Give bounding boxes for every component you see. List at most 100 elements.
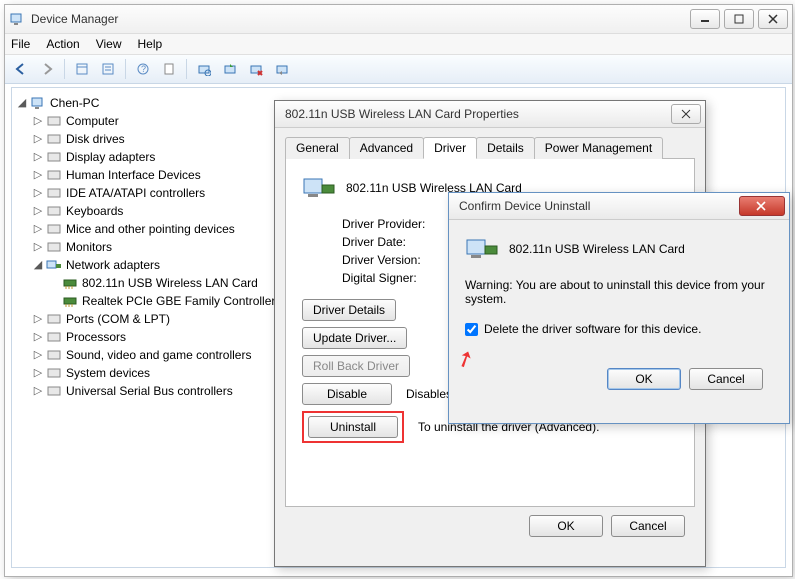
window-title: Device Manager	[31, 12, 690, 26]
update-driver-icon[interactable]	[218, 57, 242, 81]
device-icon	[46, 366, 62, 380]
expander-icon[interactable]: ◢	[16, 94, 28, 112]
device-icon	[46, 240, 62, 254]
show-hide-icon[interactable]	[70, 57, 94, 81]
confirm-cancel-button[interactable]: Cancel	[689, 368, 763, 390]
tab-advanced[interactable]: Advanced	[349, 137, 424, 159]
expander-icon[interactable]: ▷	[32, 148, 44, 166]
device-icon	[46, 132, 62, 146]
uninstall-icon[interactable]	[244, 57, 268, 81]
label-date: Driver Date:	[342, 235, 442, 249]
svg-text:?: ?	[141, 64, 146, 74]
device-icon	[46, 114, 62, 128]
expander-icon[interactable]: ▷	[32, 166, 44, 184]
minimize-button[interactable]	[690, 9, 720, 29]
device-icon	[62, 276, 78, 290]
titlebar: Device Manager	[5, 5, 792, 34]
tree-item-label: IDE ATA/ATAPI controllers	[66, 184, 205, 202]
tree-item-label: Disk drives	[66, 130, 125, 148]
driver-details-button[interactable]: Driver Details	[302, 299, 396, 321]
back-button[interactable]	[9, 57, 33, 81]
expander-icon[interactable]: ▷	[32, 184, 44, 202]
props-titlebar: 802.11n USB Wireless LAN Card Properties	[275, 101, 705, 128]
tree-item-label: Network adapters	[66, 256, 160, 274]
update-driver-button[interactable]: Update Driver...	[302, 327, 407, 349]
device-icon	[46, 330, 62, 344]
tree-item-label: Universal Serial Bus controllers	[66, 382, 233, 400]
expander-icon[interactable]: ▷	[32, 202, 44, 220]
device-icon	[46, 222, 62, 236]
app-icon	[9, 11, 25, 27]
menu-view[interactable]: View	[96, 37, 122, 51]
tree-item-label: Mice and other pointing devices	[66, 220, 235, 238]
expander-icon[interactable]: ▷	[32, 328, 44, 346]
expander-icon[interactable]: ▷	[32, 310, 44, 328]
tab-general[interactable]: General	[285, 137, 350, 159]
uninstall-button[interactable]: Uninstall	[308, 416, 398, 438]
tree-item-label: Monitors	[66, 238, 112, 256]
expander-icon[interactable]: ◢	[32, 256, 44, 274]
expander-icon[interactable]: ▷	[32, 346, 44, 364]
tab-power[interactable]: Power Management	[534, 137, 663, 159]
device-icon	[46, 204, 62, 218]
props-cancel-button[interactable]: Cancel	[611, 515, 685, 537]
confirm-close-button[interactable]	[739, 196, 785, 216]
network-adapter-icon	[465, 234, 499, 264]
expander-icon[interactable]: ▷	[32, 238, 44, 256]
disable-button[interactable]: Disable	[302, 383, 392, 405]
device-icon	[46, 258, 62, 272]
toolbar: ?	[5, 55, 792, 84]
scan-icon[interactable]	[192, 57, 216, 81]
maximize-button[interactable]	[724, 9, 754, 29]
properties-icon[interactable]	[96, 57, 120, 81]
props-close-button[interactable]	[671, 104, 701, 124]
expander-icon[interactable]: ▷	[32, 382, 44, 400]
expander-icon[interactable]: ▷	[32, 220, 44, 238]
confirm-uninstall-dialog: Confirm Device Uninstall 802.11n USB Wir…	[448, 192, 790, 424]
disable-icon[interactable]	[270, 57, 294, 81]
tree-item-label: 802.11n USB Wireless LAN Card	[82, 274, 258, 292]
props-title: 802.11n USB Wireless LAN Card Properties	[279, 107, 671, 121]
help-icon[interactable]: ?	[131, 57, 155, 81]
confirm-warning: Warning: You are about to uninstall this…	[465, 278, 773, 306]
delete-driver-label: Delete the driver software for this devi…	[484, 322, 701, 336]
device-icon	[46, 168, 62, 182]
confirm-ok-button[interactable]: OK	[607, 368, 681, 390]
menu-help[interactable]: Help	[138, 37, 163, 51]
expander-icon[interactable]: ▷	[32, 364, 44, 382]
menu-action[interactable]: Action	[46, 37, 79, 51]
tree-item-label: Display adapters	[66, 148, 155, 166]
label-signer: Digital Signer:	[342, 271, 442, 285]
sheet-icon[interactable]	[157, 57, 181, 81]
tree-item-label: Human Interface Devices	[66, 166, 201, 184]
device-icon	[62, 294, 78, 308]
props-ok-button[interactable]: OK	[529, 515, 603, 537]
tabs: General Advanced Driver Details Power Ma…	[285, 136, 695, 159]
close-button[interactable]	[758, 9, 788, 29]
tree-item-label: Processors	[66, 328, 126, 346]
rollback-driver-button[interactable]: Roll Back Driver	[302, 355, 410, 377]
tree-item-label: Ports (COM & LPT)	[66, 310, 170, 328]
tab-driver[interactable]: Driver	[423, 137, 477, 159]
confirm-device-name: 802.11n USB Wireless LAN Card	[509, 242, 685, 256]
device-icon	[46, 312, 62, 326]
confirm-titlebar: Confirm Device Uninstall	[449, 193, 789, 220]
tree-item-label: System devices	[66, 364, 150, 382]
expander-icon[interactable]: ▷	[32, 112, 44, 130]
tree-item-label: Realtek PCIe GBE Family Controller	[82, 292, 275, 310]
device-icon	[46, 150, 62, 164]
device-icon	[46, 348, 62, 362]
device-icon	[30, 96, 46, 110]
tree-item-label: Computer	[66, 112, 119, 130]
menubar: File Action View Help	[5, 34, 792, 55]
device-icon	[46, 186, 62, 200]
tab-details[interactable]: Details	[476, 137, 535, 159]
menu-file[interactable]: File	[11, 37, 30, 51]
device-icon	[46, 384, 62, 398]
delete-driver-checkbox[interactable]	[465, 323, 478, 336]
tree-item-label: Keyboards	[66, 202, 123, 220]
forward-button[interactable]	[35, 57, 59, 81]
expander-icon[interactable]: ▷	[32, 130, 44, 148]
label-provider: Driver Provider:	[342, 217, 442, 231]
confirm-title: Confirm Device Uninstall	[453, 199, 739, 213]
